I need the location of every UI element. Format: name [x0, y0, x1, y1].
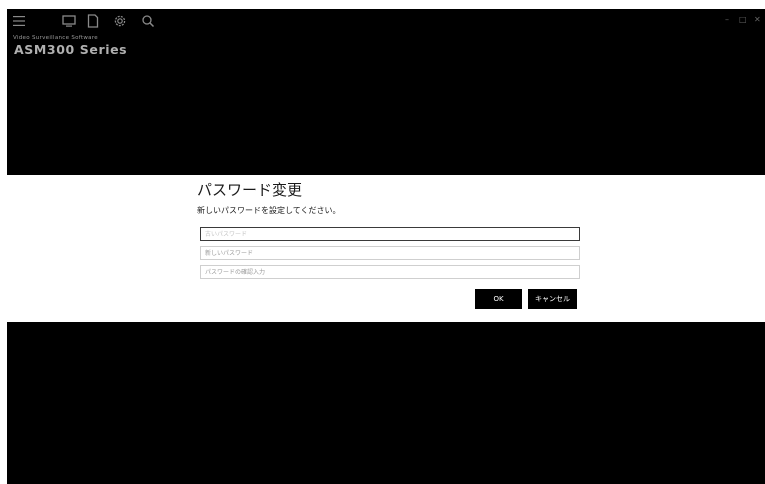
gear-icon[interactable]: [112, 13, 128, 29]
app-window: Video Surveillance Software ASM300 Serie…: [7, 9, 765, 484]
new-password-field[interactable]: [200, 246, 580, 260]
search-icon[interactable]: [140, 13, 156, 29]
old-password-field[interactable]: [200, 227, 580, 241]
brand-subtitle: Video Surveillance Software: [13, 35, 98, 41]
file-icon[interactable]: [85, 13, 101, 29]
ok-button[interactable]: OK: [475, 289, 522, 309]
toolbar: [7, 9, 207, 33]
maximize-button[interactable]: □: [739, 15, 747, 25]
monitor-icon[interactable]: [61, 13, 77, 29]
close-button[interactable]: ✕: [754, 15, 761, 25]
password-change-dialog: パスワード変更 新しいパスワードを設定してください。 OK キャンセル: [7, 175, 765, 322]
dialog-title: パスワード変更: [197, 181, 303, 199]
minimize-button[interactable]: –: [725, 15, 729, 25]
cancel-button[interactable]: キャンセル: [528, 289, 577, 309]
menu-icon[interactable]: [11, 13, 27, 29]
dialog-message: 新しいパスワードを設定してください。: [197, 206, 341, 215]
brand-title: ASM300 Series: [14, 42, 128, 57]
confirm-password-field[interactable]: [200, 265, 580, 279]
